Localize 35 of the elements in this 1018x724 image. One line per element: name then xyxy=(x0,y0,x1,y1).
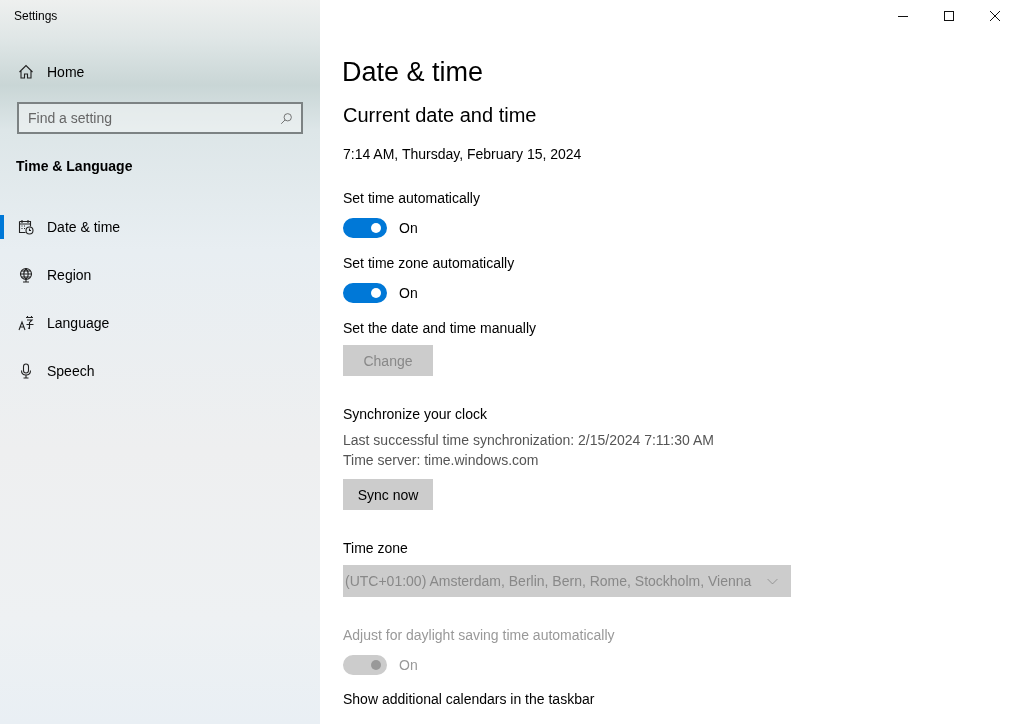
sync-button[interactable]: Sync now xyxy=(343,479,433,510)
nav-item[interactable]: Language xyxy=(0,299,320,347)
info-text: Last successful time synchronization: 2/15/2024 7:11:30 AM xyxy=(343,431,715,450)
globe-icon xyxy=(18,267,34,283)
home-link[interactable]: Home xyxy=(0,48,320,96)
nav-item[interactable]: Date & time xyxy=(0,203,320,251)
toggle-state: On xyxy=(399,285,418,301)
setting-label: Set time automatically xyxy=(343,189,481,208)
nav-item[interactable]: Speech xyxy=(0,347,320,395)
setting-label: Set the date and time manually xyxy=(343,319,537,338)
window-title: Settings xyxy=(13,8,59,25)
search-field[interactable]: Find a setting xyxy=(17,102,303,134)
setting-label: Adjust for daylight saving time automatically xyxy=(343,626,616,645)
language-icon xyxy=(18,315,34,331)
setting-label: Synchronize your clock xyxy=(343,405,488,424)
toggle-state: On xyxy=(399,657,418,673)
toggle-switch[interactable] xyxy=(343,218,387,238)
page-title: Date & time xyxy=(342,56,485,89)
calendar-clock-icon xyxy=(18,219,34,235)
microphone-icon xyxy=(18,363,34,379)
maximize-icon xyxy=(944,10,954,21)
setting-label: Time zone xyxy=(343,539,409,558)
selection-indicator xyxy=(0,215,4,239)
section-heading: Time & Language xyxy=(15,157,134,176)
setting-label: Set time zone automatically xyxy=(343,254,516,273)
toggle-state: On xyxy=(399,220,418,236)
toggle-switch[interactable] xyxy=(343,283,387,303)
home-icon xyxy=(18,64,34,80)
current-date-time: 7:14 AM, Thursday, February 15, 2024 xyxy=(343,145,583,164)
search-icon xyxy=(280,112,293,125)
setting-label: Show additional calendars in the taskbar xyxy=(343,690,596,709)
nav-item[interactable]: Region xyxy=(0,251,320,299)
section-heading: Current date and time xyxy=(343,103,538,128)
info-text: Time server: time.windows.com xyxy=(343,451,540,470)
close-icon xyxy=(990,10,1000,21)
